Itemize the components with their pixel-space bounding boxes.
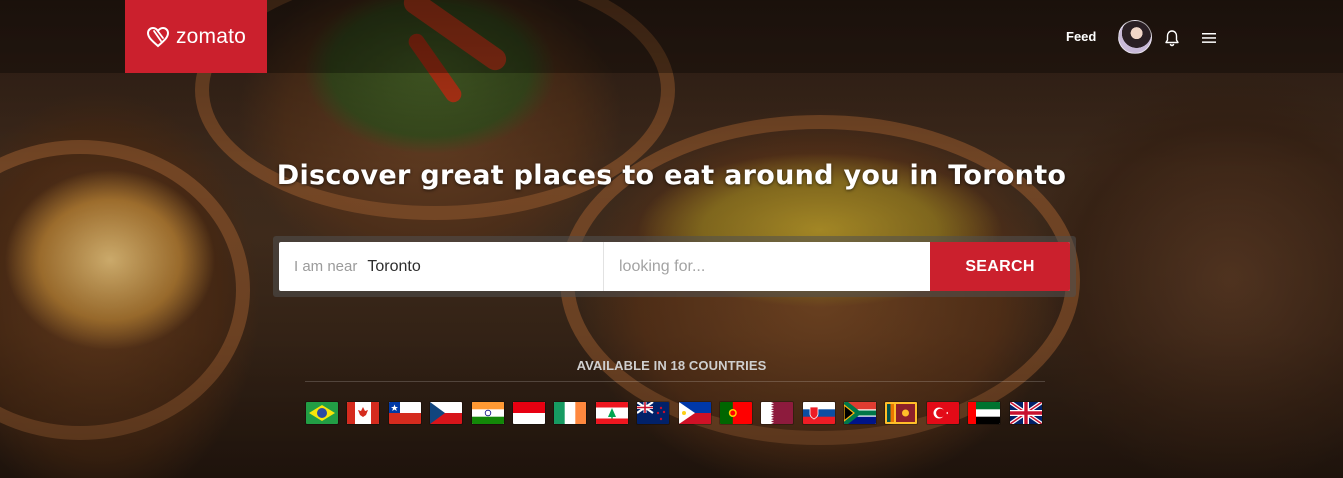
turkey-flag-icon bbox=[926, 402, 959, 424]
bell-icon[interactable] bbox=[1163, 29, 1181, 47]
czech-flag-icon bbox=[430, 402, 463, 424]
location-input[interactable] bbox=[367, 257, 568, 276]
flag-lebanon[interactable] bbox=[595, 402, 628, 424]
brazil-flag-icon bbox=[306, 402, 338, 424]
uae-flag-icon bbox=[968, 402, 1001, 424]
chile-flag-icon bbox=[388, 402, 421, 424]
flag-chile[interactable] bbox=[388, 402, 421, 424]
slovakia-flag-icon bbox=[802, 402, 835, 424]
location-prefix-label: I am near bbox=[294, 258, 358, 275]
indonesia-flag-icon bbox=[512, 402, 545, 424]
user-avatar[interactable] bbox=[1118, 20, 1152, 54]
flag-slovakia[interactable] bbox=[802, 402, 835, 424]
flag-portugal[interactable] bbox=[719, 402, 752, 424]
feed-link[interactable]: Feed bbox=[1066, 29, 1096, 44]
flag-india[interactable] bbox=[471, 402, 504, 424]
brand-name: zomato bbox=[175, 24, 247, 48]
uk-flag-icon bbox=[1009, 402, 1042, 424]
new-zealand-flag-icon bbox=[637, 402, 670, 424]
flag-indonesia[interactable] bbox=[512, 402, 545, 424]
flag-brazil[interactable] bbox=[306, 402, 338, 424]
search-query-input[interactable] bbox=[604, 242, 930, 291]
philippines-flag-icon bbox=[678, 402, 711, 424]
ireland-flag-icon bbox=[554, 402, 587, 424]
qatar-flag-icon bbox=[761, 402, 794, 424]
search-bar: I am near SEARCH bbox=[279, 242, 1070, 291]
flag-canada[interactable] bbox=[347, 402, 380, 424]
south-africa-flag-icon bbox=[844, 402, 877, 424]
hamburger-menu-icon[interactable] bbox=[1201, 31, 1217, 45]
canada-flag-icon bbox=[347, 402, 380, 424]
search-button[interactable]: SEARCH bbox=[930, 242, 1070, 291]
flag-philippines[interactable] bbox=[678, 402, 711, 424]
flag-czech-republic[interactable] bbox=[430, 402, 463, 424]
flag-ireland[interactable] bbox=[554, 402, 587, 424]
flag-south-africa[interactable] bbox=[844, 402, 877, 424]
location-field[interactable]: I am near bbox=[279, 242, 604, 291]
flag-qatar[interactable] bbox=[761, 402, 794, 424]
lebanon-flag-icon bbox=[595, 402, 628, 424]
sri-lanka-flag-icon bbox=[885, 402, 918, 424]
flag-new-zealand[interactable] bbox=[637, 402, 670, 424]
flag-united-kingdom[interactable] bbox=[1009, 402, 1042, 424]
divider bbox=[305, 381, 1045, 382]
heart-fork-icon bbox=[146, 26, 169, 47]
hero-headline: Discover great places to eat around you … bbox=[276, 160, 1067, 191]
portugal-flag-icon bbox=[719, 402, 752, 424]
zomato-logo[interactable]: zomato bbox=[125, 0, 267, 73]
countries-heading: AVAILABLE IN 18 COUNTRIES bbox=[576, 358, 767, 373]
flag-turkey[interactable] bbox=[926, 402, 959, 424]
flag-sri-lanka[interactable] bbox=[885, 402, 918, 424]
flag-uae[interactable] bbox=[968, 402, 1001, 424]
india-flag-icon bbox=[471, 402, 504, 424]
country-flags-list bbox=[306, 402, 1046, 424]
